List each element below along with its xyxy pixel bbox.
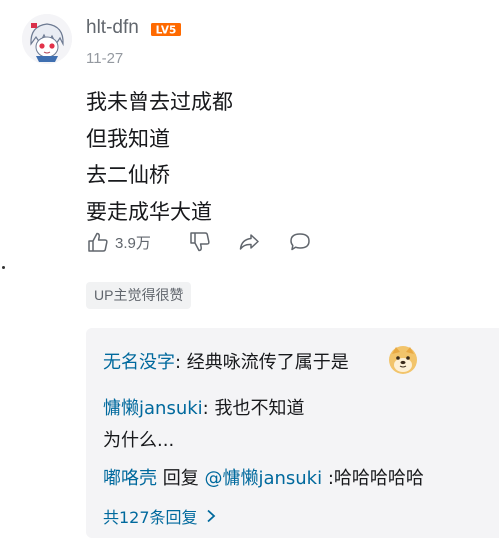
reply-button[interactable] xyxy=(288,230,312,254)
comment-line: 要走成华大道 xyxy=(86,199,212,224)
reply-separator: : xyxy=(322,468,334,489)
reply-separator: : xyxy=(202,398,215,419)
more-replies-label: 共127条回复 xyxy=(103,508,198,527)
reply-item[interactable]: 嘟咯壳 回复 @慵懒jansuki :哈哈哈哈哈 xyxy=(103,464,424,490)
reply-text: 经典咏流传了属于是 xyxy=(186,352,349,373)
edge-dot xyxy=(2,266,5,269)
reply-username[interactable]: 慵懒jansuki xyxy=(103,398,203,419)
share-button[interactable] xyxy=(237,230,261,254)
doge-emoji xyxy=(389,346,417,374)
up-liked-badge: UP主觉得很赞 xyxy=(86,282,192,309)
comment-line: 我未曾去过成都 xyxy=(86,90,233,114)
like-button[interactable]: 3.9万 xyxy=(86,230,151,254)
reply-text: 我也不知道 xyxy=(214,398,305,419)
comment-actions: 3.9万 xyxy=(86,230,326,258)
like-count: 3.9万 xyxy=(115,234,151,252)
comment-content: 我未曾去过成都 但我知道 去二仙桥 要走成华大道 xyxy=(86,84,416,230)
avatar[interactable] xyxy=(22,14,72,64)
reply-username[interactable]: 无名没字 xyxy=(103,352,175,373)
reply-word: 回复 xyxy=(157,468,205,489)
reply-item[interactable]: 慵懒jansuki: 我也不知道 xyxy=(103,394,304,420)
chevron-right-icon xyxy=(206,509,215,523)
comment-line: 去二仙桥 xyxy=(86,163,170,187)
reply-text-continued: 为什么... xyxy=(103,430,175,451)
comment-line: 但我知道 xyxy=(86,126,170,151)
reply-username[interactable]: 嘟咯壳 xyxy=(103,468,157,489)
dislike-icon xyxy=(190,232,210,252)
reply-item[interactable]: 无名没字: 经典咏流传了属于是 xyxy=(103,348,349,374)
dislike-button[interactable] xyxy=(188,230,212,254)
level-badge: LV5 xyxy=(151,23,181,37)
reply-mention[interactable]: @慵懒jansuki xyxy=(204,468,322,489)
like-icon xyxy=(88,232,108,252)
reply-text: 哈哈哈哈哈 xyxy=(333,468,424,489)
reply-preview-panel[interactable]: 无名没字: 经典咏流传了属于是 慵懒jansuki: 我也不知道 为什么... … xyxy=(86,328,499,538)
comment-date: 11-27 xyxy=(86,50,124,67)
view-all-replies-link[interactable]: 共127条回复 xyxy=(103,504,216,528)
reply-icon xyxy=(290,233,310,251)
share-icon xyxy=(239,234,259,250)
reply-separator: : xyxy=(175,352,187,373)
level-text: LV5 xyxy=(156,25,177,37)
username[interactable]: hlt-dfn xyxy=(86,17,139,39)
